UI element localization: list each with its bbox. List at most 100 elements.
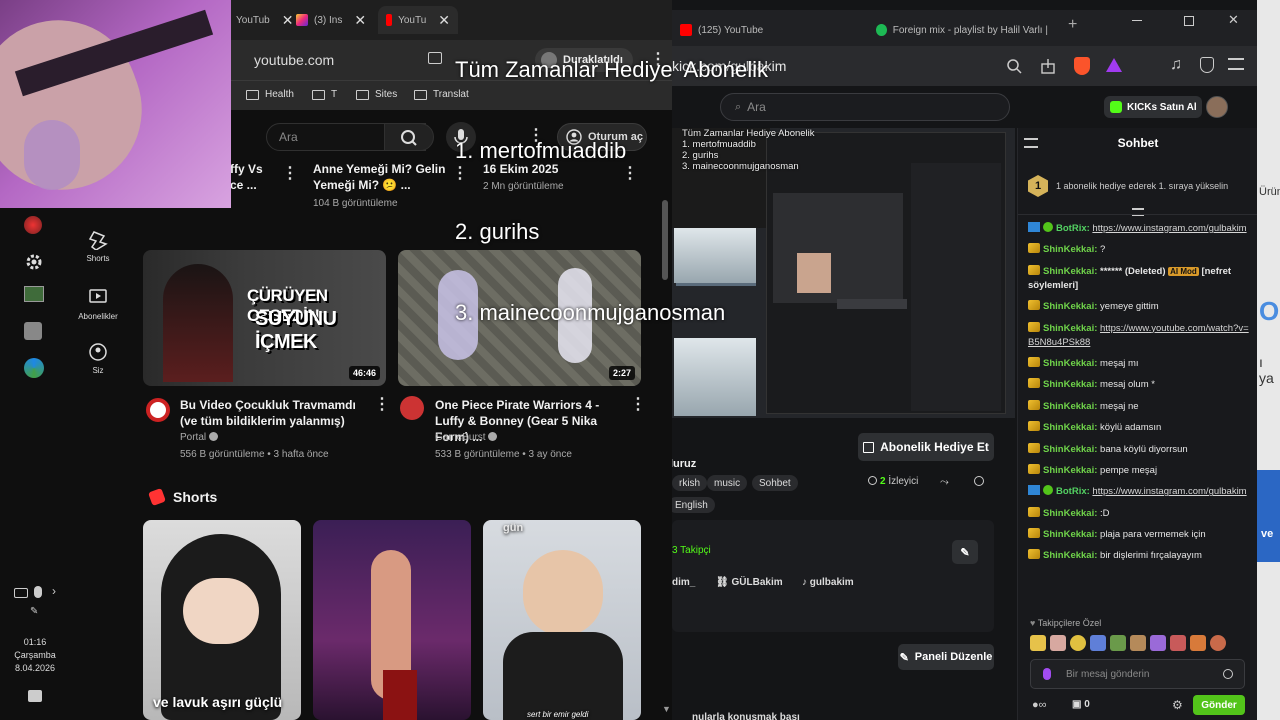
video-menu-icon[interactable]: ⋮ — [374, 397, 390, 413]
short-thumbnail[interactable] — [313, 520, 471, 720]
video-title[interactable]: Bu Video Çocukluk Travmamdı (ve tüm bild… — [180, 397, 370, 429]
system-clock[interactable]: 01:16 Çarşamba 8.04.2026 — [0, 636, 70, 675]
microphone-icon[interactable] — [1043, 668, 1051, 680]
brave-rewards-icon[interactable] — [1106, 58, 1122, 72]
channel-avatar[interactable] — [146, 398, 170, 422]
chat-message-input[interactable]: Bir mesaj gönderin — [1030, 659, 1245, 689]
tray-pen-icon[interactable]: ✎ — [30, 606, 38, 617]
tag-pill[interactable]: English — [672, 497, 715, 513]
close-icon[interactable]: ✕ — [354, 12, 366, 29]
edge-browser-icon[interactable] — [24, 358, 44, 378]
app-icon-disk[interactable] — [24, 322, 42, 340]
chat-username[interactable]: ShinKekkai: — [1043, 550, 1097, 561]
nav-you[interactable]: Siz — [70, 342, 126, 375]
send-button[interactable]: Gönder — [1193, 695, 1245, 715]
chat-username[interactable]: BotRix: — [1056, 223, 1090, 234]
bookmark-sites[interactable]: Sites — [356, 89, 397, 100]
music-icon[interactable]: ♫ — [1170, 56, 1182, 74]
gift-subscription-button[interactable]: Abonelik Hediye Et — [858, 433, 994, 461]
new-tab-icon[interactable]: + — [1068, 16, 1077, 34]
video-thumbnail[interactable]: ÇÜRÜYEN CESEDİN SUYUNU İÇMEK 46:46 — [143, 250, 386, 386]
social-link[interactable]: dim_ — [672, 577, 695, 588]
chat-username[interactable]: ShinKekkai: — [1043, 422, 1097, 433]
close-icon[interactable]: ✕ — [438, 12, 450, 29]
follow-icon[interactable] — [974, 476, 984, 486]
maximize-icon[interactable] — [1184, 16, 1194, 26]
chat-link[interactable]: https://www.instagram.com/gulbakim — [1092, 486, 1246, 497]
bookmark-health[interactable]: Health — [246, 89, 294, 100]
video-menu-icon[interactable]: ⋮ — [630, 397, 646, 413]
video-menu-icon[interactable]: ⋮ — [282, 166, 298, 182]
chat-username[interactable]: ShinKekkai: — [1043, 301, 1097, 312]
chat-username[interactable]: ShinKekkai: — [1043, 358, 1097, 369]
tray-expand-icon[interactable]: › — [52, 584, 56, 598]
chat-username[interactable]: BotRix: — [1056, 486, 1090, 497]
channel-avatar[interactable] — [400, 396, 424, 420]
short-thumbnail[interactable]: gün sert bir emir geldi — [483, 520, 641, 720]
close-window-icon[interactable]: ✕ — [1228, 12, 1239, 28]
chat-username[interactable]: ShinKekkai: — [1043, 266, 1097, 277]
social-link[interactable]: ⛓ GÜLBakim — [716, 577, 783, 588]
zoom-icon[interactable] — [1006, 58, 1022, 74]
emote-icon[interactable] — [1210, 635, 1226, 651]
edit-button[interactable]: ✎ — [952, 540, 978, 564]
chat-username[interactable]: ShinKekkai: — [1043, 508, 1097, 519]
chat-link[interactable]: https://www.instagram.com/gulbakim — [1092, 223, 1246, 234]
tab-spotify[interactable]: Foreign mix - playlist by Halil Varlı | … — [868, 16, 1058, 44]
tray-chat-icon[interactable] — [14, 588, 28, 598]
chat-username[interactable]: ShinKekkai: — [1043, 465, 1097, 476]
scroll-down-icon[interactable]: ▼ — [662, 704, 671, 714]
emote-icon[interactable] — [1130, 635, 1146, 651]
kicks-balance[interactable]: ▣ 0 — [1072, 699, 1090, 710]
share-icon[interactable]: ⤳ — [940, 476, 949, 489]
nav-subscriptions[interactable]: Abonelikler — [70, 286, 126, 321]
settings-gear-icon[interactable] — [24, 252, 46, 274]
short-thumbnail[interactable]: ve lavuk aşırı güçlü — [143, 520, 301, 720]
chat-username[interactable]: ShinKekkai: — [1043, 401, 1097, 412]
notification-icon[interactable] — [28, 690, 42, 702]
points-icon[interactable]: ●∞ — [1032, 699, 1047, 711]
social-link[interactable]: ♪ gulbakim — [802, 577, 854, 588]
search-button[interactable] — [384, 123, 434, 151]
vpn-icon[interactable] — [1200, 57, 1214, 73]
channel-name[interactable]: Portal — [180, 431, 218, 445]
tag-pill[interactable]: music — [707, 475, 748, 491]
tray-mic-icon[interactable] — [34, 586, 42, 598]
tab-youtube-active[interactable]: YouTu ✕ — [378, 6, 458, 34]
tab-instagram[interactable]: (3) Ins ✕ — [288, 6, 374, 34]
channel-name[interactable]: GameBurst — [435, 431, 498, 445]
video-title[interactable]: Anne Yemeği Mi? Gelin Yemeği Mi? 😕 ... — [313, 161, 448, 193]
pinned-gift-banner[interactable]: 1 1 abonelik hediye ederek 1. sıraya yük… — [1028, 168, 1248, 204]
tag-pill[interactable]: Sohbet — [752, 475, 798, 491]
emote-icon[interactable] — [1150, 635, 1166, 651]
chat-username[interactable]: ShinKekkai: — [1043, 323, 1097, 334]
emote-icon[interactable] — [1070, 635, 1086, 651]
chat-username[interactable]: ShinKekkai: — [1043, 529, 1097, 540]
menu-icon[interactable] — [1228, 58, 1244, 70]
emoji-icon[interactable] — [1223, 669, 1233, 679]
chat-username[interactable]: ShinKekkai: — [1043, 244, 1097, 255]
streamer-name[interactable]: luruz — [672, 458, 696, 470]
chat-username[interactable]: ShinKekkai: — [1043, 379, 1097, 390]
edit-panels-button[interactable]: ✎ Paneli Düzenle — [898, 644, 994, 670]
app-icon-record[interactable] — [24, 216, 42, 234]
minimize-icon[interactable] — [1132, 20, 1142, 21]
chat-settings-icon[interactable]: ⚙ — [1172, 698, 1183, 712]
video-title[interactable]: ffy Vs ce ... — [230, 161, 278, 193]
bookmark-t[interactable]: T — [312, 89, 337, 100]
share-icon[interactable] — [1040, 58, 1056, 74]
nav-shorts[interactable]: Shorts — [70, 228, 126, 263]
emote-icon[interactable] — [1030, 635, 1046, 651]
emote-icon[interactable] — [1190, 635, 1206, 651]
install-app-icon[interactable] — [428, 52, 442, 64]
app-icon-game[interactable] — [24, 286, 44, 302]
emote-icon[interactable] — [1050, 635, 1066, 651]
brave-shield-icon[interactable] — [1074, 57, 1090, 75]
chat-username[interactable]: ShinKekkai: — [1043, 444, 1097, 455]
buy-kicks-button[interactable]: KICKs Satın Al — [1104, 96, 1202, 118]
tag-pill[interactable]: rkish — [672, 475, 708, 491]
emote-icon[interactable] — [1110, 635, 1126, 651]
emote-icon[interactable] — [1090, 635, 1106, 651]
emote-icon[interactable] — [1170, 635, 1186, 651]
user-avatar[interactable] — [1206, 96, 1228, 118]
